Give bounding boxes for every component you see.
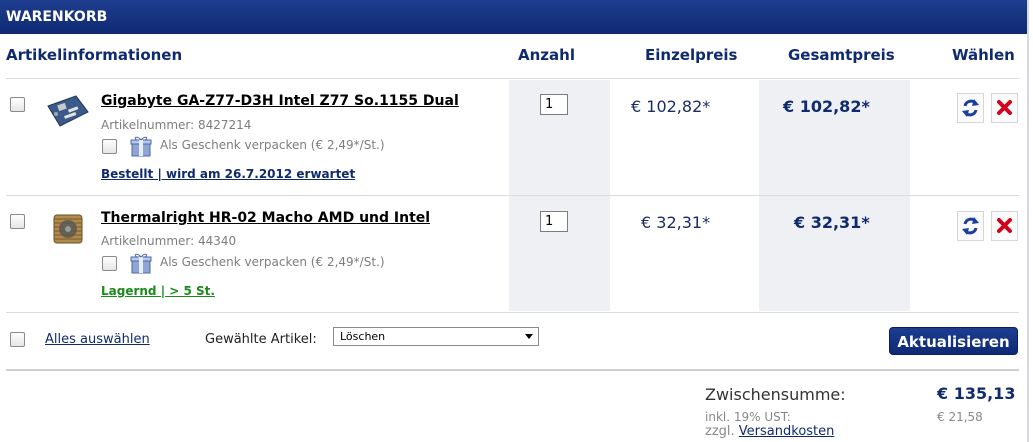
quantity-input[interactable]: 1 [540, 211, 568, 232]
selected-items-label: Gewählte Artikel: [205, 332, 317, 347]
item-title-link[interactable]: Thermalright HR-02 Macho AMD und Intel [101, 210, 430, 226]
refresh-icon [962, 99, 979, 117]
item-stock-status[interactable]: Lagernd | > 5 St. [101, 284, 215, 298]
shipping-line: zzgl. Versandkosten [705, 424, 834, 439]
subtotal-label: Zwischensumme: [705, 385, 846, 404]
gift-wrap-checkbox[interactable] [102, 139, 117, 154]
item-total-price: € 32,31* [794, 213, 870, 232]
update-button[interactable]: Aktualisieren [889, 327, 1018, 355]
gift-wrap-label: Als Geschenk verpacken (€ 2,49*/St.) [160, 138, 385, 152]
select-all-link[interactable]: Alles auswählen [45, 332, 150, 347]
item-total-price: € 102,82* [783, 97, 870, 116]
shipping-costs-link[interactable]: Versandkosten [739, 424, 835, 439]
item-unit-price: € 102,82* [631, 97, 711, 116]
delete-icon [997, 218, 1012, 233]
select-all-checkbox[interactable] [10, 332, 25, 347]
quantity-input[interactable]: 1 [540, 94, 568, 115]
bulk-action-select[interactable]: Löschen [333, 327, 539, 346]
divider [6, 369, 1019, 371]
gift-wrap-checkbox[interactable] [102, 256, 117, 271]
gift-icon [130, 253, 152, 274]
col-total-price: Gesamtpreis [788, 46, 895, 64]
delete-icon [997, 100, 1012, 115]
col-choose: Wählen [952, 46, 1015, 64]
motherboard-thumbnail [47, 95, 89, 127]
delete-button[interactable] [991, 211, 1018, 241]
item-title-link[interactable]: Gigabyte GA-Z77-D3H Intel Z77 So.1155 Du… [101, 93, 459, 109]
divider [6, 78, 1019, 79]
cpu-cooler-thumbnail [53, 214, 83, 244]
col-unit-price: Einzelpreis [645, 46, 738, 64]
divider [6, 195, 1019, 196]
item-unit-price: € 32,31* [641, 213, 711, 232]
tax-value: € 21,58 [937, 410, 983, 424]
col-quantity: Anzahl [518, 46, 575, 64]
item-select-checkbox[interactable] [10, 97, 25, 112]
bulk-action-value: Löschen [340, 330, 386, 343]
shipping-prefix: zzgl. [705, 424, 735, 439]
cart-header: WARENKORB [0, 0, 1027, 34]
refresh-button[interactable] [957, 93, 984, 123]
col-article-info: Artikelinformationen [6, 46, 183, 64]
item-article-number: Artikelnummer: 8427214 [101, 118, 252, 132]
tax-label: inkl. 19% UST: [705, 410, 791, 424]
subtotal-value: € 135,13 [937, 384, 1016, 403]
gift-icon [130, 136, 152, 157]
chevron-down-icon [525, 334, 533, 339]
refresh-button[interactable] [957, 211, 984, 241]
delete-button[interactable] [991, 93, 1018, 123]
item-select-checkbox[interactable] [10, 214, 25, 229]
gift-wrap-label: Als Geschenk verpacken (€ 2,49*/St.) [160, 255, 385, 269]
item-article-number: Artikelnummer: 44340 [101, 234, 237, 248]
item-delivery-status[interactable]: Bestellt | wird am 26.7.2012 erwartet [101, 167, 355, 181]
refresh-icon [962, 217, 979, 235]
divider [6, 312, 1019, 313]
